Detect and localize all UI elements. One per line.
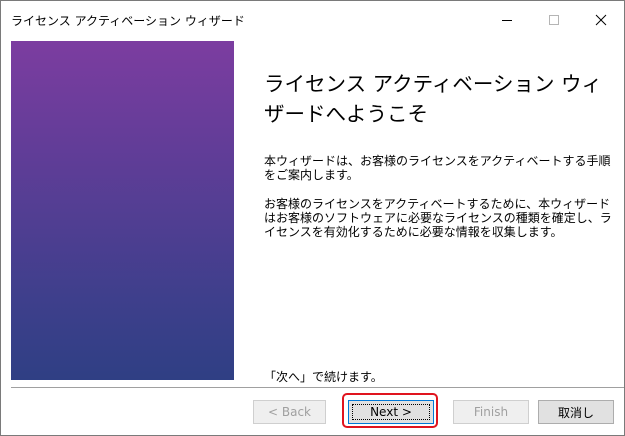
maximize-icon (549, 15, 559, 25)
close-button[interactable] (578, 1, 624, 39)
close-icon (595, 14, 607, 26)
cancel-button[interactable]: 取消し (538, 400, 614, 424)
next-button[interactable]: Next > (348, 400, 434, 424)
window-title: ライセンス アクティベーション ウィザード (11, 14, 245, 28)
continue-hint: 「次へ」で続けます。 (264, 370, 383, 384)
description-paragraph: お客様のライセンスをアクティベートするために、本ウィザードはお客様のソフトウェア… (264, 197, 612, 239)
wizard-sidebar-banner (11, 41, 234, 380)
back-button[interactable]: < Back (253, 400, 326, 424)
minimize-icon (502, 20, 512, 21)
finish-button-label: Finish (473, 405, 509, 419)
title-bar: ライセンス アクティベーション ウィザード (1, 1, 624, 39)
focus-rectangle (352, 404, 430, 420)
back-button-label: < Back (267, 405, 311, 419)
wizard-content: ライセンス アクティベーション ウィザードへようこそ 本ウィザードは、お客様のラ… (234, 41, 624, 384)
minimize-button[interactable] (484, 1, 530, 39)
finish-button[interactable]: Finish (453, 400, 529, 424)
button-bar: < Back Next > Finish 取消し (1, 388, 624, 435)
cancel-button-label: 取消し (557, 405, 594, 420)
wizard-window: ライセンス アクティベーション ウィザード ライセンス アクティベーション ウィ… (0, 0, 625, 436)
wizard-heading: ライセンス アクティベーション ウィザードへようこそ (264, 72, 602, 126)
maximize-button[interactable] (531, 1, 577, 39)
intro-paragraph: 本ウィザードは、お客様のライセンスをアクティベートする手順をご案内します。 (264, 154, 611, 182)
